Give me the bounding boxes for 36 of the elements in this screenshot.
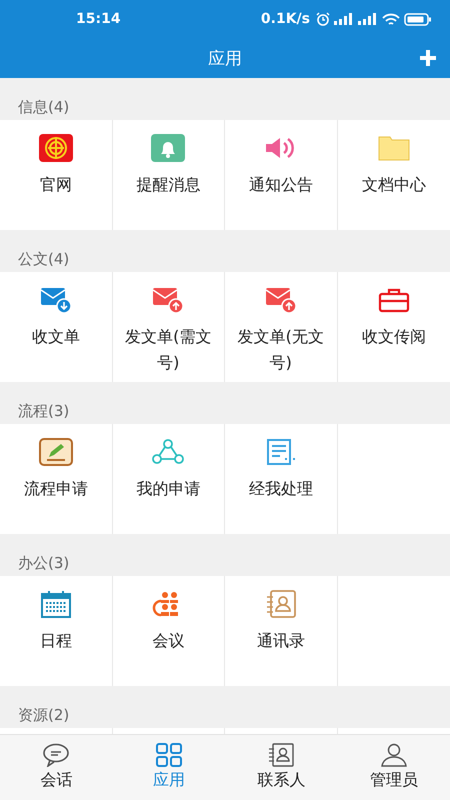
contact-book-icon	[264, 590, 297, 618]
battery-icon	[404, 12, 432, 26]
nav-tab[interactable]: 应用	[112, 735, 225, 800]
alarm-clock-icon	[316, 12, 330, 26]
document-list-icon	[264, 439, 297, 465]
network-speed: 0.1K/s	[260, 11, 310, 27]
connected-circles-icon	[152, 439, 184, 465]
calendar-icon	[40, 590, 72, 618]
speaker-icon	[264, 136, 297, 160]
nav-tab[interactable]: 会话	[0, 735, 112, 800]
envelope-up-icon	[152, 286, 184, 314]
section-title: 信息(4)	[17, 97, 70, 118]
section-title: 办公(3)	[17, 553, 70, 574]
section-title: 公文(4)	[17, 249, 70, 270]
page-title: 应用	[208, 48, 242, 70]
briefcase-icon	[378, 287, 410, 313]
wifi-icon	[382, 12, 400, 26]
signal-icon	[334, 13, 354, 25]
nav-tab[interactable]: 管理员	[338, 735, 450, 800]
section-title: 资源(2)	[17, 705, 70, 726]
add-button[interactable]	[420, 50, 436, 66]
person-icon	[380, 743, 408, 767]
plus-icon	[420, 50, 436, 66]
nav-tab[interactable]: 联系人	[225, 735, 338, 800]
envelope-up-icon	[264, 286, 297, 314]
bell-icon	[151, 134, 186, 162]
folder-icon	[378, 135, 410, 161]
form-pen-icon	[38, 438, 73, 466]
signal-icon	[358, 13, 378, 25]
section-title: 流程(3)	[17, 401, 70, 422]
contact-card-icon	[267, 743, 296, 767]
emblem-icon	[38, 134, 73, 162]
grid-icon	[154, 743, 183, 767]
clock-time: 15:14	[76, 11, 121, 27]
chat-bubble-icon	[42, 743, 70, 767]
envelope-down-icon	[40, 286, 72, 314]
